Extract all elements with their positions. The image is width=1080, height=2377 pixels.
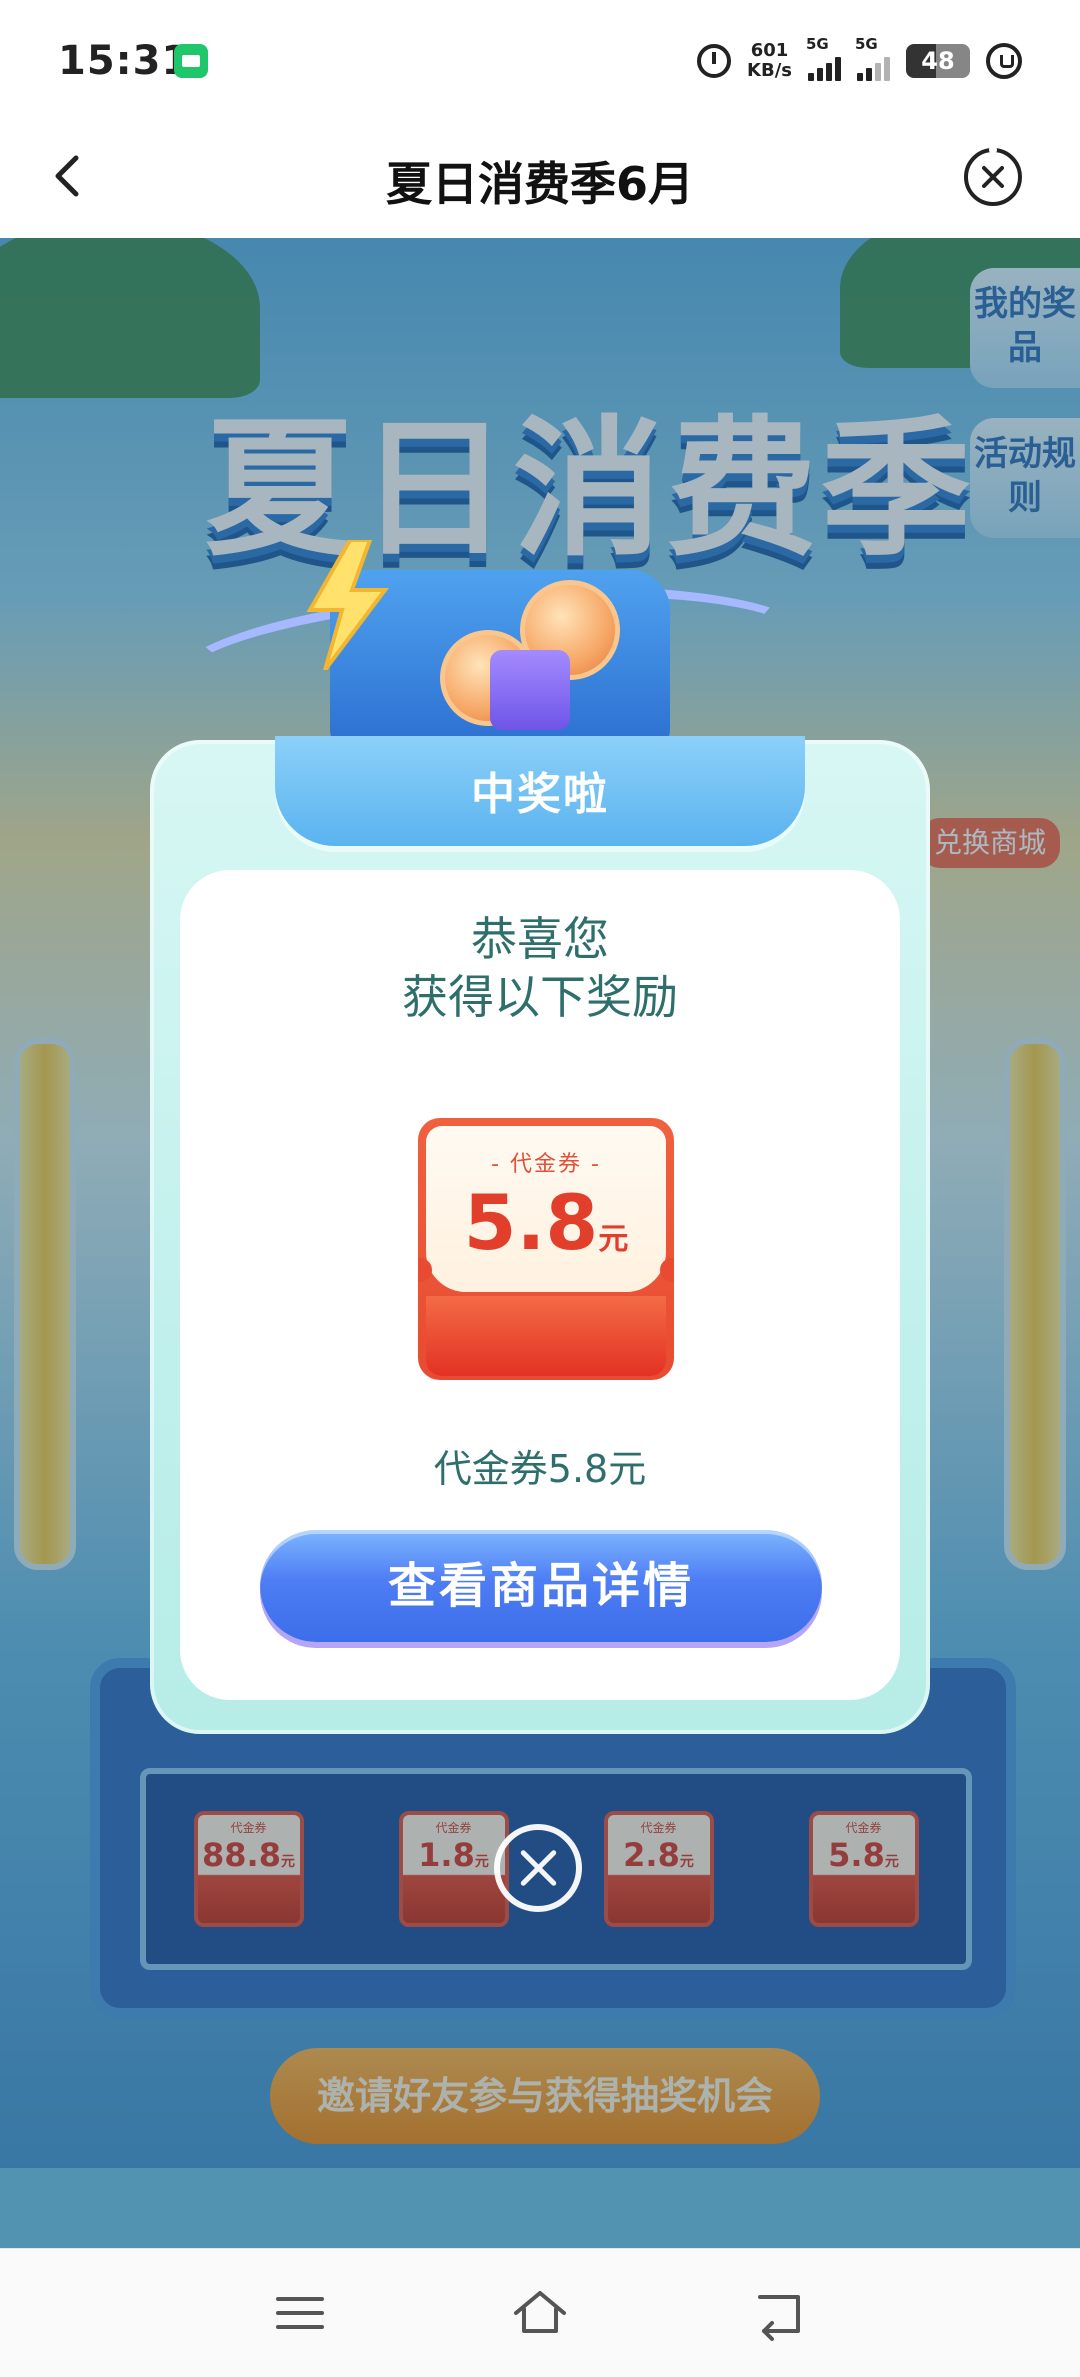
- voucher-top: - 代金券 - 5.8元: [426, 1126, 666, 1292]
- status-time: 15:31: [58, 38, 191, 84]
- lightning-icon: [306, 540, 389, 670]
- close-miniprogram-button[interactable]: [962, 146, 1024, 208]
- signal-icon-sim2: 5G: [855, 35, 890, 81]
- home-icon[interactable]: [510, 2283, 570, 2343]
- title-bar: 夏日消费季6月: [0, 120, 1080, 238]
- network-speed-unit: KB/s: [747, 60, 792, 81]
- app-notification-icon: [174, 44, 208, 78]
- page-title: 夏日消费季6月: [385, 157, 694, 211]
- voucher-label: - 代金券 -: [491, 1152, 601, 1177]
- network-speed-value: 601: [750, 40, 789, 61]
- voucher-bottom: [426, 1296, 666, 1376]
- view-product-details-button[interactable]: 查看商品详情: [260, 1530, 822, 1642]
- back-icon[interactable]: [750, 2283, 810, 2343]
- dialog-body: 恭喜您 获得以下奖励 - 代金券 - 5.8元 代金券5.8元 查看商品详情: [180, 870, 900, 1700]
- sim1-label: 5G: [806, 35, 829, 53]
- navigation-bar: [0, 2248, 1080, 2377]
- congrats-line-2: 获得以下奖励: [402, 970, 678, 1024]
- menu-icon[interactable]: [270, 2283, 330, 2343]
- close-circle-icon: [964, 146, 1022, 206]
- voucher-value: 5.8: [463, 1178, 599, 1267]
- prize-name: 代金券5.8元: [433, 1447, 647, 1491]
- dialog-heading: 中奖啦: [471, 769, 609, 820]
- status-icons: 601 KB/s 5G 5G 48: [697, 35, 1022, 86]
- win-dialog: 中奖啦 恭喜您 获得以下奖励 - 代金券 - 5.8元 代金券5.8元 查看商品…: [150, 736, 930, 1734]
- network-speed: 601 KB/s: [747, 41, 792, 81]
- voucher-amount: 5.8元: [426, 1178, 666, 1285]
- dialog-header-tab: 中奖啦: [275, 736, 805, 846]
- congrats-line-1: 恭喜您: [471, 912, 609, 966]
- congrats-text: 恭喜您 获得以下奖励: [180, 910, 900, 1026]
- voucher-card: - 代金券 - 5.8元: [418, 1118, 674, 1380]
- prize-chest-illustration: [160, 530, 815, 753]
- signal-icon-sim1: 5G: [806, 35, 841, 81]
- sim2-label: 5G: [855, 35, 878, 53]
- status-bar: 15:31 601 KB/s 5G 5G 48: [0, 0, 1080, 120]
- close-dialog-button[interactable]: [494, 1824, 582, 1912]
- battery-icon: 48: [906, 44, 970, 78]
- gift-icon: [490, 650, 570, 730]
- charging-icon: [986, 43, 1022, 79]
- alarm-icon: [697, 44, 732, 78]
- battery-level: 48: [921, 47, 955, 75]
- voucher-unit: 元: [598, 1222, 629, 1257]
